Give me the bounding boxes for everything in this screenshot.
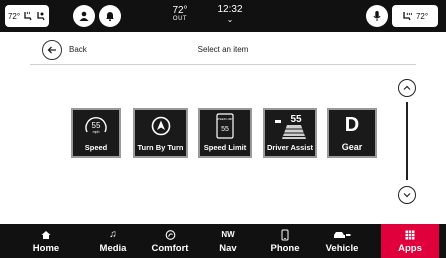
outside-temp-label: OUT <box>172 16 188 22</box>
bell-icon <box>106 12 114 22</box>
item-gear[interactable]: D Gear <box>327 108 377 158</box>
seat-fan-icon <box>37 12 45 21</box>
scroll-up-button[interactable] <box>398 79 416 97</box>
compass-heading: NW <box>221 229 235 239</box>
gear-value: D <box>344 114 360 136</box>
heated-seat-icon <box>403 12 412 21</box>
navigation-arrow-icon <box>151 116 170 136</box>
adaptive-cruise-icon: 55 <box>275 114 306 139</box>
speedometer-icon: 55 mph <box>85 116 107 134</box>
chevron-down-icon <box>403 193 411 198</box>
item-label: Speed Limit <box>203 143 247 152</box>
nav-home[interactable]: Home <box>19 224 73 258</box>
nav-label: Apps <box>398 242 422 254</box>
nav-label: Comfort <box>151 242 189 254</box>
clock[interactable]: 12:32 ⌄ <box>210 4 250 24</box>
back-label[interactable]: Back <box>69 45 87 54</box>
speed-icon-value: 55 <box>92 121 101 130</box>
driver-profile-button[interactable] <box>73 5 95 27</box>
arrow-left-icon <box>47 46 56 54</box>
status-bar: 72° 72° OUT 12:32 ⌄ 72° <box>0 0 446 32</box>
nav-nav[interactable]: NW Nav <box>201 224 255 258</box>
nav-media[interactable]: ♫ Media <box>86 224 140 258</box>
speed-limit-sign-value: 55 <box>221 126 229 133</box>
notification-button[interactable] <box>99 5 121 27</box>
speed-limit-sign-icon: SPEED LIMIT 55 <box>216 113 234 139</box>
chevron-down-icon: ⌄ <box>226 15 234 24</box>
chevron-up-icon <box>403 85 411 90</box>
outside-temp-value: 72° <box>172 5 188 16</box>
nav-label: Media <box>99 242 127 254</box>
driver-assist-value: 55 <box>290 114 302 125</box>
nav-comfort[interactable]: Comfort <box>143 224 197 258</box>
clock-time: 12:32 <box>217 4 243 15</box>
nav-phone[interactable]: Phone <box>258 224 312 258</box>
nav-vehicle[interactable]: Vehicle <box>315 224 369 258</box>
item-speed-limit[interactable]: SPEED LIMIT 55 Speed Limit <box>198 108 252 158</box>
driver-seat-climate-button[interactable]: 72° <box>5 5 49 27</box>
scroll-down-button[interactable] <box>398 186 416 204</box>
item-turn-by-turn[interactable]: Turn By Turn <box>133 108 188 158</box>
nav-label: Phone <box>270 242 300 254</box>
item-label: Turn By Turn <box>137 143 184 152</box>
speed-limit-sign-text: SPEED LIMIT <box>216 117 234 121</box>
item-label: Speed <box>84 143 108 152</box>
item-label: Gear <box>341 142 363 152</box>
nav-label: Nav <box>219 242 237 254</box>
person-icon <box>79 11 89 21</box>
car-icon <box>334 231 351 238</box>
driver-temp: 72° <box>7 11 21 21</box>
passenger-seat-climate-button[interactable]: 72° <box>392 5 438 27</box>
header-divider <box>30 64 416 65</box>
home-icon <box>41 230 51 239</box>
apps-grid-icon <box>405 230 415 239</box>
phone-icon <box>281 229 289 240</box>
passenger-temp: 72° <box>415 11 429 21</box>
item-label: Driver Assist <box>267 143 313 152</box>
nav-apps[interactable]: Apps <box>381 224 439 258</box>
music-note-icon: ♫ <box>109 228 117 240</box>
bottom-nav: Home ♫ Media Comfort NW Nav Phone Vehicl… <box>0 224 446 258</box>
item-speed[interactable]: 55 mph Speed <box>71 108 121 158</box>
climate-dial-icon <box>165 229 175 240</box>
speed-icon-unit: mph <box>93 130 100 134</box>
heated-seat-icon <box>24 11 32 21</box>
microphone-icon <box>373 11 381 21</box>
item-driver-assist[interactable]: 55 Driver Assist <box>263 108 317 158</box>
nav-label: Home <box>32 242 60 254</box>
outside-temperature: 72° OUT <box>160 5 200 23</box>
back-button[interactable] <box>42 40 62 60</box>
scrollbar[interactable] <box>406 102 408 180</box>
page-title: Select an item <box>197 45 249 54</box>
microphone-button[interactable] <box>366 5 388 27</box>
nav-label: Vehicle <box>325 242 359 254</box>
